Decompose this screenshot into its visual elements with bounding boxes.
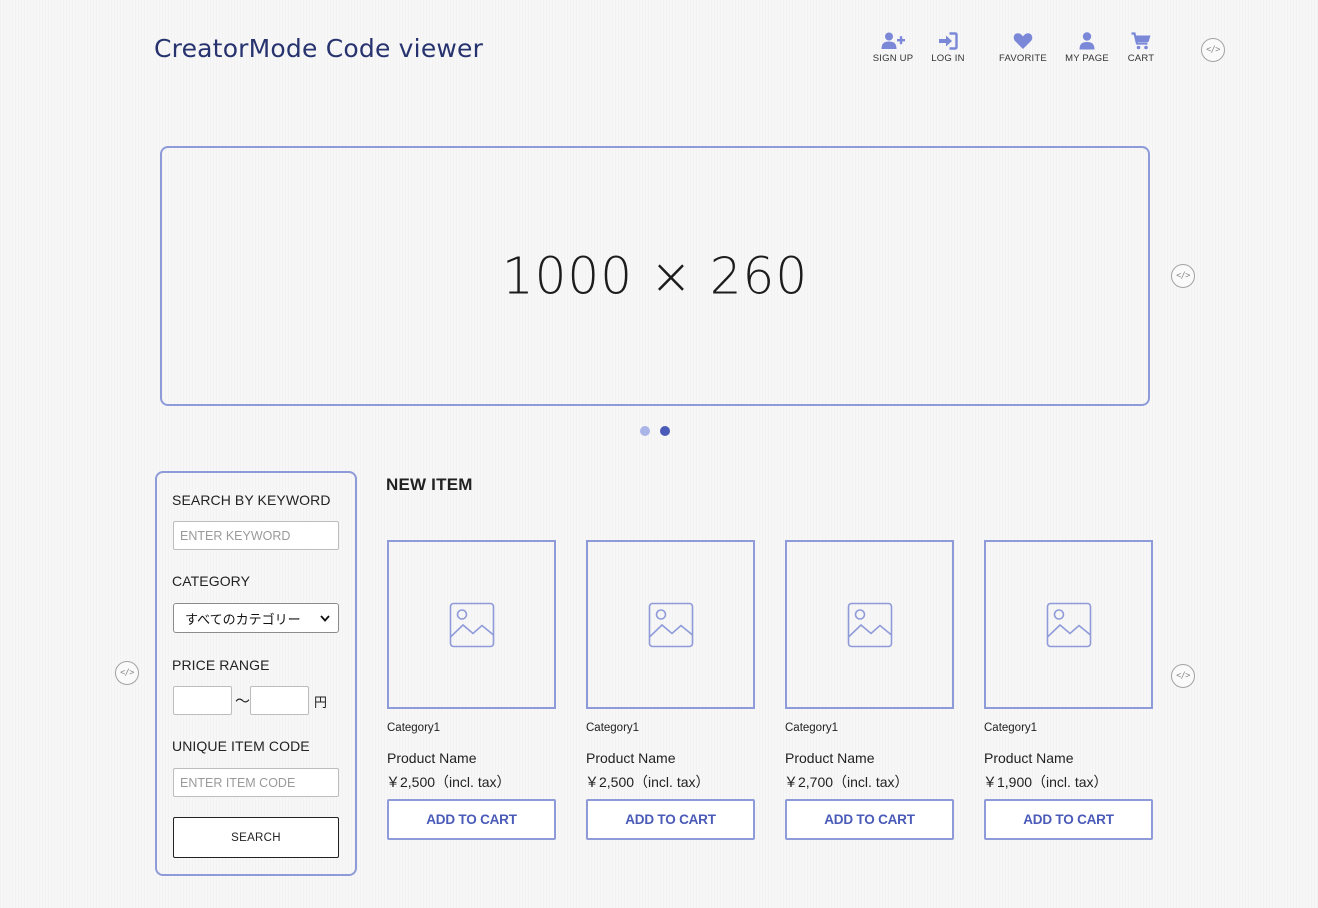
- product-name[interactable]: Product Name: [785, 750, 874, 766]
- add-to-cart-button[interactable]: ADD TO CART: [586, 799, 755, 840]
- nav-label: CART: [1127, 53, 1155, 64]
- product-price: ￥2,700（incl. tax）: [784, 774, 909, 790]
- image-placeholder-icon: [449, 602, 494, 647]
- product-price: ￥2,500（incl. tax）: [585, 774, 710, 790]
- nav-log-in[interactable]: LOG IN: [918, 32, 978, 64]
- product-name[interactable]: Product Name: [586, 750, 675, 766]
- keyword-label: SEARCH BY KEYWORD: [172, 492, 331, 508]
- product-image[interactable]: [984, 540, 1153, 709]
- nav-favorite[interactable]: FAVORITE: [993, 32, 1053, 64]
- add-to-cart-button[interactable]: ADD TO CART: [984, 799, 1153, 840]
- price-separator: 〜: [235, 693, 251, 710]
- item-code-input[interactable]: [173, 768, 339, 797]
- hero-banner[interactable]: 1000 × 260: [160, 146, 1150, 406]
- cart-icon: [1131, 32, 1151, 50]
- code-view-icon[interactable]: </>: [1201, 38, 1225, 62]
- nav-cart[interactable]: CART: [1111, 32, 1171, 64]
- chevron-down-icon: [320, 614, 330, 622]
- price-range-label: PRICE RANGE: [172, 657, 270, 673]
- keyword-input[interactable]: [173, 521, 339, 550]
- code-view-icon[interactable]: </>: [1171, 264, 1195, 288]
- section-title: NEW ITEM: [386, 475, 473, 494]
- user-icon: [1079, 32, 1095, 50]
- code-view-icon[interactable]: </>: [115, 661, 139, 685]
- item-code-label: UNIQUE ITEM CODE: [172, 738, 310, 754]
- image-placeholder-icon: [648, 602, 693, 647]
- banner-placeholder-text: 1000 × 260: [501, 246, 809, 306]
- search-button[interactable]: SEARCH: [173, 817, 339, 858]
- nav-label: LOG IN: [931, 53, 965, 64]
- category-selected-value: すべてのカテゴリー: [185, 611, 301, 627]
- product-name[interactable]: Product Name: [387, 750, 476, 766]
- sign-in-icon: [939, 32, 958, 50]
- nav-sign-up[interactable]: SIGN UP: [863, 32, 923, 64]
- add-to-cart-button[interactable]: ADD TO CART: [785, 799, 954, 840]
- currency-label: 円: [314, 695, 328, 710]
- nav-label: SIGN UP: [872, 53, 914, 64]
- product-category: Category1: [387, 722, 441, 734]
- add-to-cart-button[interactable]: ADD TO CART: [387, 799, 556, 840]
- price-max-input[interactable]: [250, 686, 309, 715]
- image-placeholder-icon: [1046, 602, 1091, 647]
- category-select[interactable]: すべてのカテゴリー: [173, 603, 339, 633]
- nav-label: MY PAGE: [1065, 53, 1109, 64]
- site-title[interactable]: CreatorMode Code viewer: [154, 34, 483, 63]
- product-category: Category1: [586, 722, 640, 734]
- carousel-dot-2[interactable]: [660, 426, 670, 436]
- product-image[interactable]: [785, 540, 954, 709]
- category-label: CATEGORY: [172, 573, 251, 589]
- product-image[interactable]: [586, 540, 755, 709]
- image-placeholder-icon: [847, 602, 892, 647]
- product-image[interactable]: [387, 540, 556, 709]
- carousel-dot-1[interactable]: [640, 426, 650, 436]
- heart-icon: [1013, 33, 1033, 49]
- product-name[interactable]: Product Name: [984, 750, 1073, 766]
- product-category: Category1: [984, 722, 1038, 734]
- nav-label: FAVORITE: [999, 53, 1047, 64]
- product-price: ￥2,500（incl. tax）: [386, 774, 511, 790]
- product-price: ￥1,900（incl. tax）: [983, 774, 1108, 790]
- price-min-input[interactable]: [173, 686, 232, 715]
- user-plus-icon: [881, 32, 905, 49]
- nav-my-page[interactable]: MY PAGE: [1057, 32, 1117, 64]
- product-category: Category1: [785, 722, 839, 734]
- code-view-icon[interactable]: </>: [1171, 664, 1195, 688]
